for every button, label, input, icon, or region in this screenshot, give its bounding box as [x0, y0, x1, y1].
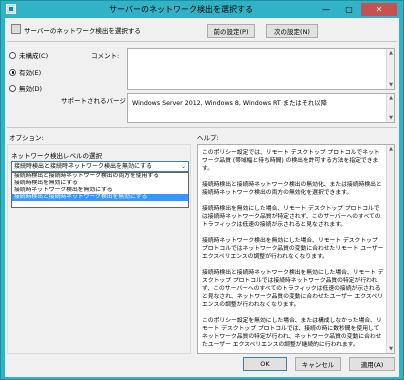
help-paragraph: このポリシー設定では、リモート デスクトップ プロトコルでネットワーク品質 (帯… — [202, 150, 380, 172]
comment-scrollbar[interactable]: ▲ ▼ — [386, 49, 394, 89]
title-bar[interactable]: サーバーのネットワーク検出を選択する — □ ✕ — [1, 1, 403, 18]
help-paragraph: 接続時検出と接続時ネットワーク検出を無効にした場合、リモート デスクトップ プロ… — [202, 270, 384, 308]
ok-button[interactable]: OK — [243, 357, 287, 371]
scroll-up-icon[interactable]: ▲ — [388, 50, 394, 56]
help-panel: このポリシー設定では、リモート デスクトップ プロトコルでネットワーク品質 (帯… — [197, 144, 395, 354]
supported-scrollbar[interactable]: ▲ ▼ — [386, 94, 394, 122]
window-title: サーバーのネットワーク検出を選択する — [109, 5, 253, 14]
help-title: ヘルプ: — [197, 134, 219, 142]
detection-level-select[interactable]: 接続時検出と接続時ネットワーク検出を無効にする ⌄ — [11, 161, 189, 172]
help-scrollbar[interactable]: ▲ ▼ — [386, 145, 394, 353]
maximize-button[interactable]: □ — [338, 3, 360, 16]
radio-label: 有効(E) — [19, 69, 42, 77]
header-divider — [7, 41, 397, 42]
options-panel: ネットワーク検出レベルの選択 接続時検出と接続時ネットワーク検出を無効にする ⌄… — [7, 144, 191, 354]
dropdown-option[interactable]: 接続時ネットワーク検出を無効にする — [12, 187, 188, 194]
dropdown-option[interactable]: 接続時検出を無効にする — [12, 180, 188, 187]
radio-button[interactable] — [9, 84, 16, 92]
dropdown-option[interactable]: 接続時検出と接続時ネットワーク検出の両方を使用する — [12, 173, 188, 180]
policy-name-label: サーバーのネットワーク検出を選択する — [24, 27, 141, 35]
scroll-up-icon[interactable]: ▲ — [388, 146, 394, 152]
apply-button[interactable]: 適用(A) — [349, 357, 395, 371]
radio-disabled[interactable]: 無効(D) — [9, 83, 42, 93]
detection-level-label: ネットワーク検出レベルの選択 — [11, 152, 102, 160]
minimize-button[interactable]: — — [315, 3, 337, 16]
scroll-down-icon[interactable]: ▼ — [388, 115, 394, 121]
previous-setting-button[interactable]: 前の設定(P) — [207, 24, 255, 38]
scroll-up-icon[interactable]: ▲ — [388, 95, 394, 101]
radio-button[interactable] — [9, 68, 16, 76]
help-paragraph: このポリシー設定を無効にした場合、または構成しなかった場合、リモート デスクトッ… — [202, 318, 382, 348]
help-paragraph: 接続時ネットワーク検出を無効にした場合、リモート デスクトップ プロトコルではネ… — [202, 238, 384, 260]
radio-button[interactable] — [9, 51, 16, 59]
radio-not-configured[interactable]: 未構成(C) — [9, 50, 48, 60]
radio-label: 無効(D) — [19, 85, 43, 93]
setting-icon — [11, 24, 21, 34]
help-text: このポリシー設定では、リモート デスクトップ プロトコルでネットワーク品質 (帯… — [202, 149, 384, 357]
supported-on-value: Windows Server 2012, Windows 8, Windows … — [132, 100, 327, 107]
help-paragraph: 接続時検出と接続時ネットワーク検出の無効化、または接続時検出と接続時ネットワーク… — [202, 182, 382, 196]
radio-enabled[interactable]: 有効(E) — [9, 67, 41, 77]
next-setting-button[interactable]: 次の設定(N) — [266, 24, 318, 38]
chevron-down-icon[interactable]: ⌄ — [181, 162, 186, 171]
scroll-down-icon[interactable]: ▼ — [388, 346, 394, 352]
dialog-client-area: サーバーのネットワーク検出を選択する 前の設定(P) 次の設定(N) 未構成(C… — [5, 18, 399, 377]
supported-on-box: Windows Server 2012, Windows 8, Windows … — [127, 93, 395, 123]
scroll-down-icon[interactable]: ▼ — [388, 82, 394, 88]
policy-dialog-window: サーバーのネットワーク検出を選択する — □ ✕ サーバーのネットワーク検出を選… — [0, 0, 404, 380]
section-divider — [7, 127, 397, 128]
dropdown-option[interactable]: 接続時検出と接続時ネットワーク検出を無効にする — [12, 194, 188, 201]
select-value: 接続時検出と接続時ネットワーク検出を無効にする — [14, 163, 153, 170]
detection-level-dropdown: 接続時検出と接続時ネットワーク検出の両方を使用する 接続時検出を無効にする 接続… — [11, 172, 189, 208]
comment-label: コメント: — [91, 52, 120, 60]
help-paragraph: 接続時検出を無効にした場合、リモート デスクトップ プロトコルでは接続時ネットワ… — [202, 206, 381, 228]
options-title: オプション: — [9, 134, 44, 142]
cancel-button[interactable]: キャンセル — [295, 357, 341, 371]
radio-label: 未構成(C) — [19, 52, 49, 60]
comment-textarea[interactable]: ▲ ▼ — [127, 48, 395, 90]
close-button[interactable]: ✕ — [361, 3, 397, 16]
